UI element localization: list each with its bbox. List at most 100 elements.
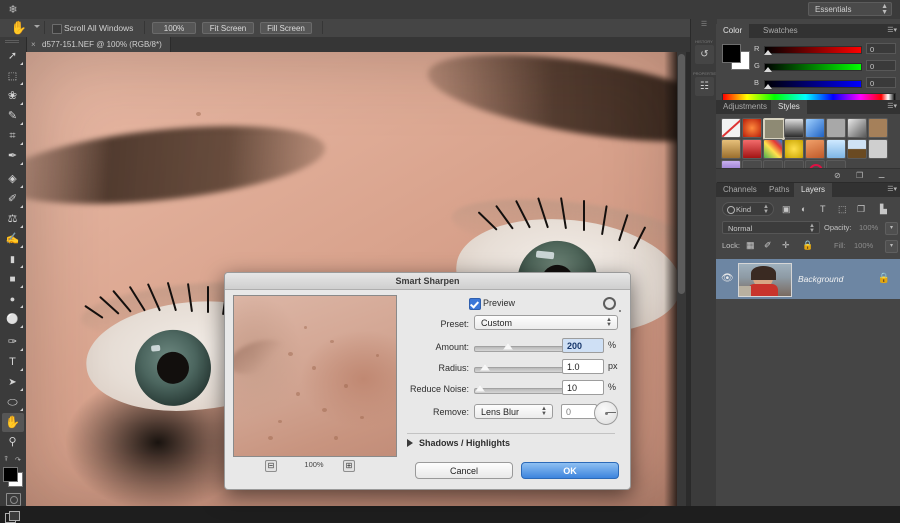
style-swatch[interactable] [868, 139, 888, 159]
angle-dial-icon[interactable] [594, 401, 618, 425]
screen-mode-icon[interactable] [5, 511, 20, 523]
tab-color[interactable]: Color [716, 24, 750, 38]
style-swatch[interactable] [721, 118, 741, 138]
preview-zoom-out-button[interactable]: ⊟ [265, 460, 277, 472]
layer-filter-kind-select[interactable]: Kind ▲ ▼ [722, 202, 774, 216]
style-swatch[interactable] [742, 139, 762, 159]
g-ramp[interactable] [764, 63, 862, 71]
radius-input[interactable]: 1.0 [562, 359, 604, 374]
swap-colors-icon[interactable]: ⍒ [4, 456, 8, 464]
toolbar-grip[interactable] [2, 39, 24, 46]
angle-input[interactable]: 0 [561, 404, 597, 419]
remove-select[interactable]: Lens Blur ▲ ▼ [474, 404, 553, 419]
shadows-highlights-label[interactable]: Shadows / Highlights [419, 437, 510, 450]
delete-style-icon[interactable]: ⚊ [878, 171, 885, 180]
lock-transparent-pixels-icon[interactable]: ▦ [746, 240, 755, 251]
tool-path-selection-tool[interactable]: ➤ [2, 373, 24, 392]
layer-row-background[interactable]: 👁 Background 🔒 [716, 259, 900, 299]
dialog-preview-image[interactable] [233, 295, 397, 457]
panel-menu-icon[interactable]: ☰▾ [887, 186, 897, 194]
lock-image-pixels-icon[interactable]: ✐ [764, 240, 772, 251]
style-swatch[interactable] [742, 118, 762, 138]
tool-eyedropper-tool[interactable]: ✒ [2, 147, 24, 166]
tab-styles[interactable]: Styles [771, 100, 807, 114]
style-swatch[interactable] [868, 118, 888, 138]
r-thumb[interactable] [764, 50, 772, 55]
tool-zoom-tool[interactable]: ⚲ [2, 433, 24, 452]
tab-paths[interactable]: Paths [762, 183, 796, 197]
color-chips[interactable] [722, 44, 750, 70]
panel-menu-icon[interactable]: ☰▾ [887, 27, 897, 35]
eye-visibility-icon[interactable]: 👁 [721, 273, 734, 285]
radius-slider-knob[interactable] [480, 363, 490, 371]
style-swatch[interactable] [826, 118, 846, 138]
properties-panel-icon[interactable]: ☷ [695, 77, 714, 96]
tool-ellipse-tool[interactable]: ⬭ [2, 393, 24, 412]
tool-pen-tool[interactable]: ✑ [2, 333, 24, 352]
hand-tool-icon[interactable]: ✋ [10, 20, 28, 36]
opacity-value[interactable]: 100% [859, 221, 878, 234]
tab-channels[interactable]: Channels [716, 183, 764, 197]
tab-swatches[interactable]: Swatches [756, 24, 805, 38]
reduce-noise-input[interactable]: 10 [562, 380, 604, 395]
filter-smart-object-icon[interactable]: ❐ [857, 203, 865, 215]
tool-lasso-tool[interactable]: ❀ [2, 87, 24, 106]
scroll-all-windows-checkbox[interactable] [52, 24, 62, 34]
lock-all-icon[interactable]: 🔒 [802, 240, 813, 251]
history-panel-icon[interactable]: ↺ [695, 45, 714, 64]
opacity-stepper[interactable]: ▾ [885, 222, 898, 235]
g-value[interactable]: 0 [866, 60, 896, 71]
foreground-background-colors[interactable] [3, 467, 23, 487]
style-swatch[interactable] [826, 139, 846, 159]
b-thumb[interactable] [764, 84, 772, 89]
tool-hand-tool[interactable]: ✋ [2, 413, 24, 432]
tool-spot-healing-brush-tool[interactable]: ◈ [2, 170, 24, 189]
tool-history-brush-tool[interactable]: ✍ [2, 230, 24, 249]
default-colors-icon[interactable]: ↷ [15, 456, 21, 464]
tool-move-tool[interactable]: ➚ [2, 47, 24, 66]
tool-preset-chevron-icon[interactable] [34, 25, 40, 28]
ok-button[interactable]: OK [521, 462, 619, 479]
fit-screen-button[interactable]: Fit Screen [202, 22, 254, 34]
tool-gradient-tool[interactable]: ■ [2, 270, 24, 289]
foreground-color-chip[interactable] [722, 44, 741, 63]
tool-type-tool[interactable]: T [2, 353, 24, 372]
preview-zoom-in-button[interactable]: ⊞ [343, 460, 355, 472]
r-value[interactable]: 0 [866, 43, 896, 54]
filter-shape-icon[interactable]: ⬚ [838, 203, 847, 215]
style-swatch[interactable] [721, 139, 741, 159]
document-tab[interactable]: × d577-151.NEF @ 100% (RGB/8*) [26, 37, 171, 52]
b-ramp[interactable] [764, 80, 862, 88]
amount-slider-knob[interactable] [503, 342, 513, 350]
style-swatch[interactable] [763, 139, 783, 159]
clear-style-icon[interactable]: ⊘ [834, 171, 841, 180]
foreground-color-swatch[interactable] [3, 467, 18, 482]
filter-toggle-icon[interactable]: ▙ [880, 203, 887, 215]
b-value[interactable]: 0 [866, 77, 896, 88]
blend-mode-select[interactable]: Normal ▲ ▼ [722, 221, 820, 234]
preset-select[interactable]: Custom ▲ ▼ [474, 315, 618, 330]
tool-brush-tool[interactable]: ✐ [2, 190, 24, 209]
tab-adjustments[interactable]: Adjustments [716, 100, 774, 114]
tool-clone-stamp-tool[interactable]: ⚖ [2, 210, 24, 229]
cancel-button[interactable]: Cancel [415, 462, 513, 479]
fill-value[interactable]: 100% [854, 239, 873, 252]
shadows-highlights-twisty-icon[interactable] [407, 439, 413, 447]
fill-screen-button[interactable]: Fill Screen [260, 22, 312, 34]
tool-blur-tool[interactable]: ● [2, 290, 24, 309]
style-swatch[interactable] [763, 118, 785, 140]
fill-stepper[interactable]: ▾ [885, 240, 898, 253]
close-icon[interactable]: × [31, 37, 36, 52]
zoom-100-button[interactable]: 100% [152, 22, 196, 34]
r-ramp[interactable] [764, 46, 862, 54]
canvas-vertical-scrollbar[interactable] [677, 52, 686, 506]
new-style-icon[interactable]: ❐ [856, 171, 863, 180]
filter-pixel-icon[interactable]: ▣ [782, 203, 791, 215]
g-thumb[interactable] [764, 67, 772, 72]
dock-grip[interactable]: ☰ [693, 21, 715, 29]
style-swatch[interactable] [784, 118, 804, 138]
tool-eraser-tool[interactable]: ▮ [2, 250, 24, 269]
tool-marquee-tool[interactable]: ⬚ [2, 67, 24, 86]
amount-input[interactable]: 200 [562, 338, 604, 353]
layer-thumbnail[interactable] [738, 263, 792, 297]
